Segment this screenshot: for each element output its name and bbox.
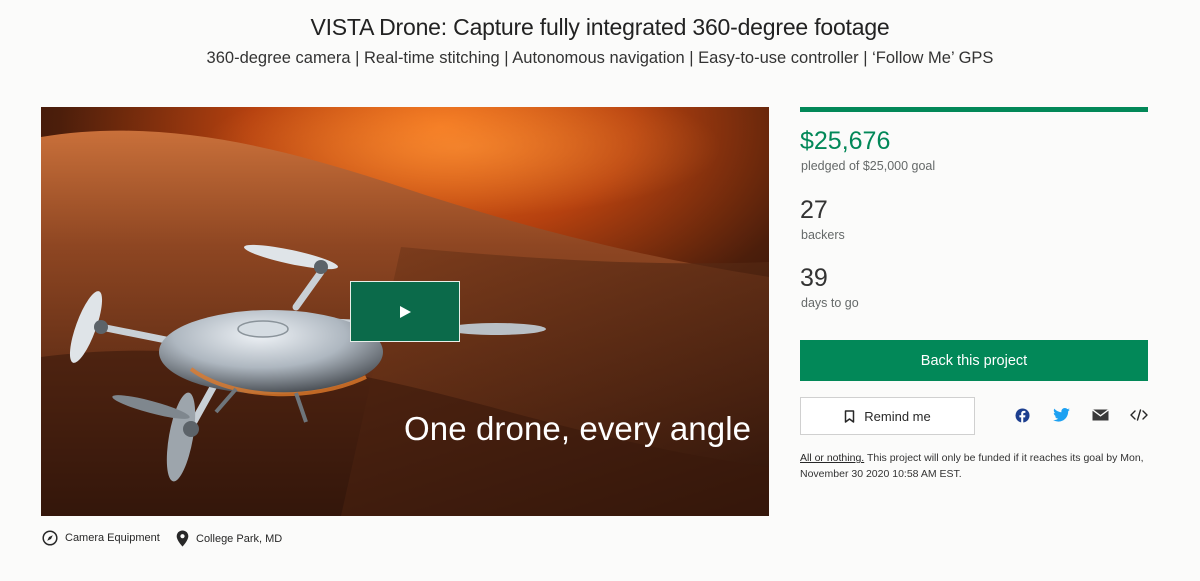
backers-count: 27 <box>800 196 828 224</box>
compass-icon <box>42 530 58 546</box>
project-video[interactable]: One drone, every angle <box>41 107 769 516</box>
all-or-nothing-link[interactable]: All or nothing. <box>800 452 864 464</box>
location-link[interactable]: College Park, MD <box>176 530 282 547</box>
category-label: Camera Equipment <box>65 532 160 544</box>
project-title: VISTA Drone: Capture fully integrated 36… <box>310 14 890 40</box>
funding-progress-bar <box>800 107 1148 112</box>
play-button[interactable] <box>350 281 460 342</box>
twitter-icon[interactable] <box>1052 406 1070 424</box>
funding-progress-fill <box>800 107 1148 112</box>
back-this-project-button[interactable]: Back this project <box>800 340 1148 381</box>
facebook-icon[interactable] <box>1013 406 1031 424</box>
remind-me-label: Remind me <box>864 408 931 424</box>
backers-label: backers <box>801 228 845 242</box>
remind-me-button[interactable]: Remind me <box>800 397 975 435</box>
embed-icon[interactable] <box>1130 406 1148 424</box>
category-link[interactable]: Camera Equipment <box>42 530 160 546</box>
days-to-go-label: days to go <box>801 296 859 310</box>
pledged-goal-label: pledged of $25,000 goal <box>801 159 936 173</box>
bookmark-icon <box>845 409 855 423</box>
funding-fine-print: All or nothing. This project will only b… <box>800 451 1150 482</box>
days-to-go-count: 39 <box>800 264 828 292</box>
video-caption: One drone, every angle <box>404 410 752 447</box>
email-icon[interactable] <box>1091 406 1109 424</box>
play-icon <box>400 305 411 318</box>
project-subtitle: 360-degree camera | Real-time stitching … <box>206 49 994 67</box>
location-label: College Park, MD <box>196 532 283 545</box>
location-pin-icon <box>176 530 189 547</box>
pledged-amount: $25,676 <box>800 127 891 155</box>
